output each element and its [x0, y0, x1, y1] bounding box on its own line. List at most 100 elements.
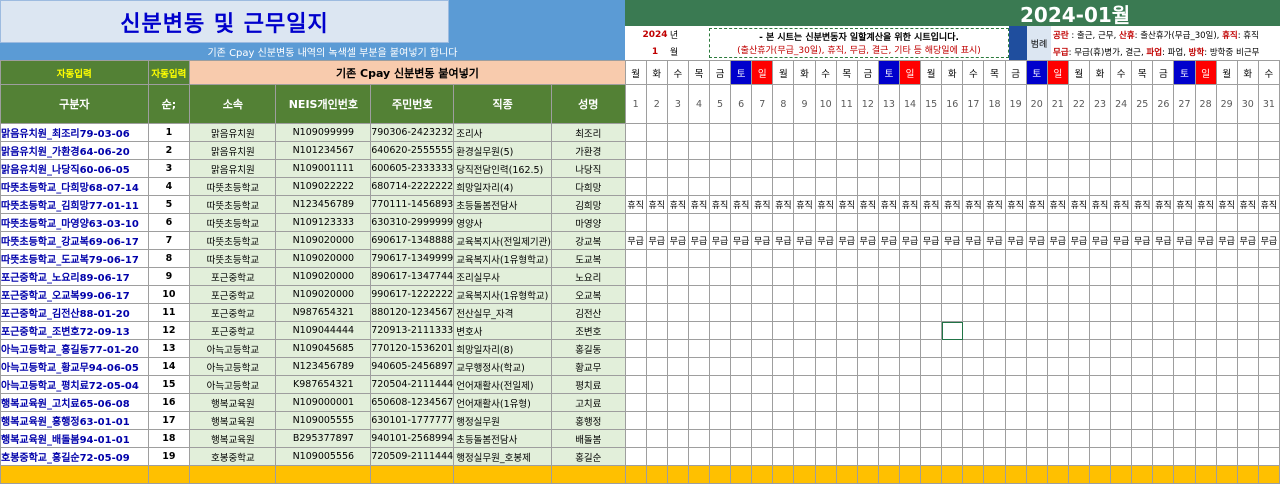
- day-status-cell[interactable]: [835, 141, 858, 160]
- neis-cell[interactable]: N109005555: [275, 411, 372, 430]
- day-status-cell[interactable]: [856, 339, 879, 358]
- day-status-cell[interactable]: [666, 213, 689, 232]
- day-status-cell[interactable]: [624, 357, 647, 376]
- day-status-cell[interactable]: [856, 177, 879, 196]
- day-status-cell[interactable]: [983, 123, 1006, 142]
- day-status-cell[interactable]: [1215, 393, 1238, 412]
- day-status-cell[interactable]: [835, 375, 858, 394]
- day-status-cell[interactable]: [730, 285, 753, 304]
- day-status-cell[interactable]: 무급: [751, 231, 774, 250]
- day-status-cell[interactable]: [1025, 393, 1048, 412]
- neis-cell[interactable]: N123456789: [275, 195, 372, 214]
- day-status-cell[interactable]: [772, 249, 795, 268]
- day-status-cell[interactable]: [898, 249, 922, 268]
- day-status-cell[interactable]: 휴직: [1088, 195, 1112, 214]
- footer-cell[interactable]: [751, 465, 774, 484]
- org-cell[interactable]: 맑음유치원: [189, 141, 277, 160]
- day-status-cell[interactable]: [1257, 159, 1280, 178]
- org-cell[interactable]: 따뜻초등학교: [189, 231, 277, 250]
- day-status-cell[interactable]: 무급: [962, 231, 985, 250]
- day-status-cell[interactable]: [1131, 285, 1154, 304]
- day-status-cell[interactable]: [1173, 321, 1196, 340]
- day-status-cell[interactable]: [1152, 447, 1175, 466]
- day-status-cell[interactable]: [983, 357, 1006, 376]
- day-status-cell[interactable]: [1173, 123, 1196, 142]
- org-cell[interactable]: 따뜻초등학교: [189, 249, 277, 268]
- day-status-cell[interactable]: 휴직: [1194, 195, 1217, 214]
- day-status-cell[interactable]: [856, 159, 879, 178]
- day-status-cell[interactable]: [730, 267, 753, 286]
- day-status-cell[interactable]: [709, 411, 732, 430]
- day-status-cell[interactable]: [1152, 213, 1175, 232]
- name-cell[interactable]: 오교복: [551, 285, 626, 304]
- footer-cell[interactable]: [772, 465, 795, 484]
- day-status-cell[interactable]: [1215, 339, 1238, 358]
- day-status-cell[interactable]: [1215, 249, 1238, 268]
- day-status-cell[interactable]: 휴직: [1046, 195, 1069, 214]
- day-status-cell[interactable]: [1004, 177, 1027, 196]
- name-cell[interactable]: 강교복: [551, 231, 626, 250]
- day-status-cell[interactable]: 휴직: [898, 195, 922, 214]
- neis-cell[interactable]: N109020000: [275, 231, 372, 250]
- day-status-cell[interactable]: [730, 357, 753, 376]
- day-status-cell[interactable]: 휴직: [920, 195, 943, 214]
- day-status-cell[interactable]: [730, 249, 753, 268]
- day-status-cell[interactable]: [941, 159, 964, 178]
- day-status-cell[interactable]: [1194, 339, 1217, 358]
- day-status-cell[interactable]: [1025, 321, 1048, 340]
- day-status-cell[interactable]: [1236, 393, 1259, 412]
- day-status-cell[interactable]: [687, 339, 711, 358]
- day-status-cell[interactable]: [1046, 447, 1069, 466]
- day-status-cell[interactable]: [835, 267, 858, 286]
- day-status-cell[interactable]: [1004, 249, 1027, 268]
- day-status-cell[interactable]: [1194, 411, 1217, 430]
- day-status-cell[interactable]: [877, 303, 901, 322]
- row-number-cell[interactable]: 3: [147, 159, 191, 178]
- footer-cell[interactable]: [1046, 465, 1069, 484]
- day-status-cell[interactable]: [1194, 447, 1217, 466]
- day-status-cell[interactable]: [983, 267, 1006, 286]
- day-status-cell[interactable]: [666, 159, 689, 178]
- day-status-cell[interactable]: [687, 177, 711, 196]
- rrn-cell[interactable]: 790306-2423232: [370, 123, 455, 142]
- day-status-cell[interactable]: [1046, 285, 1069, 304]
- day-status-cell[interactable]: [898, 213, 922, 232]
- day-status-cell[interactable]: [709, 267, 732, 286]
- day-status-cell[interactable]: 휴직: [772, 195, 795, 214]
- day-status-cell[interactable]: [666, 177, 689, 196]
- day-status-cell[interactable]: [877, 213, 901, 232]
- day-status-cell[interactable]: [920, 447, 943, 466]
- day-status-cell[interactable]: [962, 447, 985, 466]
- neis-cell[interactable]: N109005556: [275, 447, 372, 466]
- day-status-cell[interactable]: [772, 303, 795, 322]
- day-status-cell[interactable]: [898, 123, 922, 142]
- day-status-cell[interactable]: [1025, 411, 1048, 430]
- day-status-cell[interactable]: [877, 177, 901, 196]
- day-status-cell[interactable]: [835, 357, 858, 376]
- day-status-cell[interactable]: 무급: [1152, 231, 1175, 250]
- day-status-cell[interactable]: [877, 123, 901, 142]
- day-status-cell[interactable]: [1004, 447, 1027, 466]
- day-status-cell[interactable]: [1236, 303, 1259, 322]
- day-status-cell[interactable]: 휴직: [751, 195, 774, 214]
- day-status-cell[interactable]: [751, 249, 774, 268]
- day-status-cell[interactable]: [898, 447, 922, 466]
- day-status-cell[interactable]: [624, 213, 647, 232]
- day-status-cell[interactable]: [624, 321, 647, 340]
- day-status-cell[interactable]: [856, 123, 879, 142]
- row-key-cell[interactable]: 포근중학교_김전산88-01-20: [0, 303, 149, 322]
- name-cell[interactable]: 평치료: [551, 375, 626, 394]
- day-status-cell[interactable]: [856, 267, 879, 286]
- day-status-cell[interactable]: [1025, 177, 1048, 196]
- day-status-cell[interactable]: [962, 321, 985, 340]
- day-status-cell[interactable]: [645, 285, 668, 304]
- day-status-cell[interactable]: [1257, 249, 1280, 268]
- day-status-cell[interactable]: [941, 141, 964, 160]
- day-status-cell[interactable]: [1236, 159, 1259, 178]
- row-number-cell[interactable]: 17: [147, 411, 191, 430]
- day-status-cell[interactable]: [624, 393, 647, 412]
- day-status-cell[interactable]: 무급: [898, 231, 922, 250]
- row-key-cell[interactable]: 포근중학교_조변호72-09-13: [0, 321, 149, 340]
- day-status-cell[interactable]: [1004, 303, 1027, 322]
- day-status-cell[interactable]: [1088, 411, 1112, 430]
